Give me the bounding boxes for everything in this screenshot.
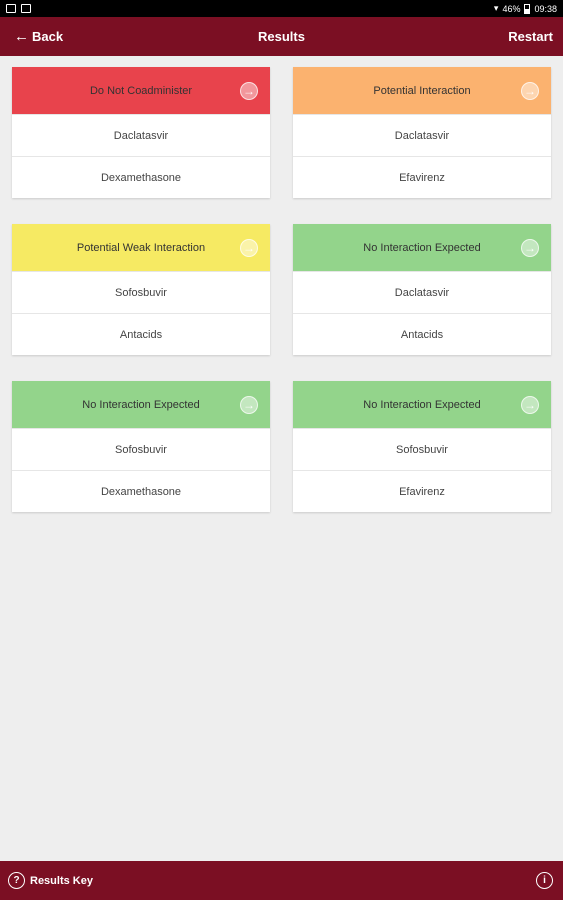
restart-button[interactable]: Restart bbox=[508, 29, 553, 44]
gallery-icon bbox=[6, 4, 16, 13]
screenshot-icon bbox=[21, 4, 31, 13]
results-grid: Do Not Coadminister → Daclatasvir Dexame… bbox=[12, 67, 551, 512]
result-card: Potential Weak Interaction → Sofosbuvir … bbox=[12, 224, 270, 355]
app-bar: ← Back Results Restart bbox=[0, 17, 563, 56]
arrow-right-icon[interactable]: → bbox=[521, 238, 539, 257]
interaction-status: Potential Weak Interaction bbox=[76, 241, 206, 254]
arrow-right-icon[interactable]: → bbox=[240, 81, 258, 100]
drug-row: Sofosbuvir bbox=[12, 428, 270, 470]
results-key-button[interactable]: ? Results Key bbox=[8, 872, 93, 889]
result-card-header[interactable]: Potential Interaction → bbox=[293, 67, 551, 114]
interaction-status: No Interaction Expected bbox=[363, 241, 481, 254]
help-icon: ? bbox=[8, 872, 25, 889]
info-icon[interactable]: i bbox=[536, 872, 553, 889]
drug-row: Sofosbuvir bbox=[12, 271, 270, 313]
result-card: No Interaction Expected → Daclatasvir An… bbox=[293, 224, 551, 355]
results-key-label: Results Key bbox=[30, 874, 93, 887]
drug-row: Dexamethasone bbox=[12, 470, 270, 512]
bottom-bar: ? Results Key i bbox=[0, 861, 563, 900]
wifi-icon: ▾ bbox=[493, 3, 499, 13]
result-card-header[interactable]: Potential Weak Interaction → bbox=[12, 224, 270, 271]
battery-percent: 46% bbox=[502, 3, 521, 14]
arrow-left-icon: ← bbox=[14, 28, 29, 45]
interaction-status: Potential Interaction bbox=[373, 84, 471, 97]
result-card: No Interaction Expected → Sofosbuvir Dex… bbox=[12, 381, 270, 512]
arrow-right-icon[interactable]: → bbox=[240, 395, 258, 414]
result-card: Potential Interaction → Daclatasvir Efav… bbox=[293, 67, 551, 198]
drug-row: Efavirenz bbox=[293, 156, 551, 198]
drug-row: Efavirenz bbox=[293, 470, 551, 512]
drug-row: Sofosbuvir bbox=[293, 428, 551, 470]
back-button[interactable]: ← Back bbox=[14, 29, 63, 44]
page-title: Results bbox=[258, 29, 305, 44]
interaction-status: No Interaction Expected bbox=[363, 398, 481, 411]
result-card-header[interactable]: No Interaction Expected → bbox=[293, 224, 551, 271]
drug-row: Daclatasvir bbox=[293, 114, 551, 156]
result-card: No Interaction Expected → Sofosbuvir Efa… bbox=[293, 381, 551, 512]
drug-row: Daclatasvir bbox=[12, 114, 270, 156]
status-bar: ▾ 46% 09:38 bbox=[0, 0, 563, 17]
battery-icon bbox=[524, 3, 531, 14]
result-card-header[interactable]: Do Not Coadminister → bbox=[12, 67, 270, 114]
result-card-header[interactable]: No Interaction Expected → bbox=[293, 381, 551, 428]
interaction-status: Do Not Coadminister bbox=[89, 84, 193, 97]
clock: 09:38 bbox=[534, 3, 557, 14]
drug-row: Dexamethasone bbox=[12, 156, 270, 198]
drug-row: Daclatasvir bbox=[293, 271, 551, 313]
drug-row: Antacids bbox=[293, 313, 551, 355]
back-label: Back bbox=[32, 29, 64, 44]
interaction-status: No Interaction Expected bbox=[82, 398, 200, 411]
arrow-right-icon[interactable]: → bbox=[521, 395, 539, 414]
arrow-right-icon[interactable]: → bbox=[240, 238, 258, 257]
drug-row: Antacids bbox=[12, 313, 270, 355]
result-card: Do Not Coadminister → Daclatasvir Dexame… bbox=[12, 67, 270, 198]
result-card-header[interactable]: No Interaction Expected → bbox=[12, 381, 270, 428]
arrow-right-icon[interactable]: → bbox=[521, 81, 539, 100]
